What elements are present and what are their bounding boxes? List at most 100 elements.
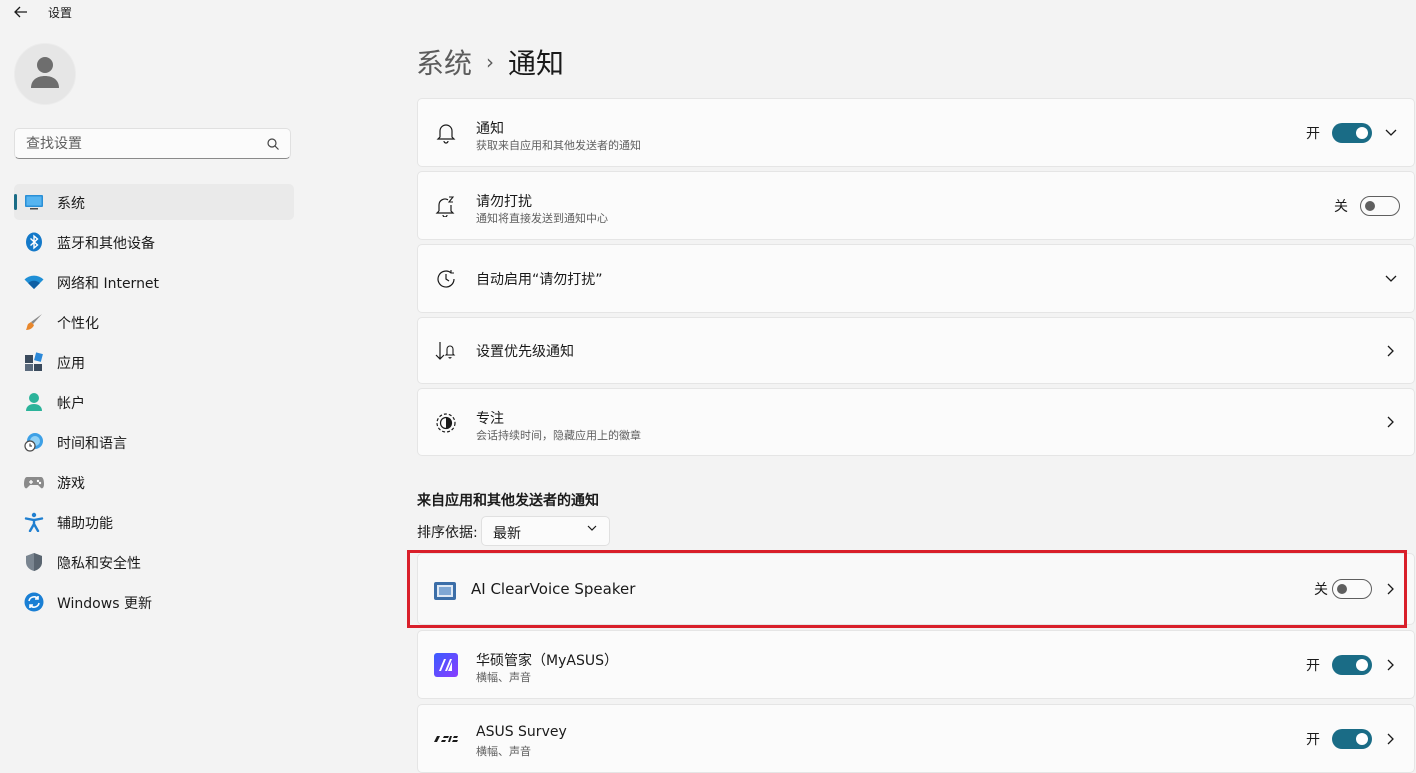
app-name: AI ClearVoice Speaker — [471, 580, 636, 598]
back-button[interactable] — [10, 2, 32, 22]
chevron-right-icon[interactable] — [1384, 732, 1398, 746]
paintbrush-icon — [24, 312, 44, 332]
sidebar-item-accessibility[interactable]: 辅助功能 — [14, 504, 294, 540]
sort-dropdown[interactable]: 最新 — [481, 516, 610, 546]
toggle-knob — [1356, 126, 1368, 139]
sidebar-item-gaming[interactable]: 游戏 — [14, 464, 294, 500]
app-name: ASUS Survey — [476, 724, 567, 740]
windows-update-icon — [24, 592, 44, 612]
toggle-state-label: 开 — [1306, 657, 1320, 674]
clock-icon — [433, 266, 459, 292]
chevron-down-icon — [587, 525, 597, 531]
chevron-right-icon[interactable] — [1384, 344, 1398, 358]
breadcrumb-parent[interactable]: 系统 — [416, 42, 472, 82]
account-icon — [24, 392, 44, 412]
search-input[interactable] — [24, 135, 263, 153]
myasus-toggle[interactable] — [1332, 654, 1372, 675]
myasus-icon — [433, 652, 459, 678]
toggle-state-label: 开 — [1306, 125, 1320, 142]
sidebar-item-label: 应用 — [57, 356, 85, 372]
accessibility-icon — [24, 512, 44, 532]
sidebar-item-bluetooth[interactable]: 蓝牙和其他设备 — [14, 224, 294, 260]
toggle-state-label: 关 — [1334, 198, 1348, 215]
gamepad-icon — [24, 472, 44, 492]
sidebar-item-apps[interactable]: 应用 — [14, 344, 294, 380]
setting-card-focus[interactable]: 专注 会话持续时间，隐藏应用上的徽章 — [417, 388, 1415, 456]
sidebar-nav: 系统 蓝牙和其他设备 网络和 Internet 个性化 应用 帐户 时间和语言 … — [14, 184, 294, 624]
sidebar-item-network[interactable]: 网络和 Internet — [14, 264, 294, 300]
setting-subtitle: 通知将直接发送到通知中心 — [476, 212, 608, 225]
sidebar-item-label: 网络和 Internet — [57, 276, 160, 292]
page-title: 通知 — [508, 47, 565, 80]
sidebar-item-label: 辅助功能 — [57, 516, 113, 532]
setting-card-priority-notifications[interactable]: 设置优先级通知 — [417, 317, 1415, 384]
shield-icon — [24, 552, 44, 572]
user-icon — [31, 57, 59, 88]
setting-card-auto-dnd[interactable]: 自动启用“请勿打扰” — [417, 244, 1415, 313]
sidebar-item-windows-update[interactable]: Windows 更新 — [14, 584, 294, 620]
do-not-disturb-toggle[interactable] — [1360, 195, 1400, 216]
setting-subtitle: 获取来自应用和其他发送者的通知 — [476, 139, 641, 152]
chevron-right-icon[interactable] — [1384, 415, 1398, 429]
chevron-down-icon[interactable] — [1384, 272, 1398, 286]
sidebar-item-label: 游戏 — [57, 476, 85, 492]
setting-title: 设置优先级通知 — [476, 343, 574, 360]
app-row-ai-clearvoice[interactable]: AI ClearVoice Speaker 关 — [417, 553, 1415, 625]
toggle-knob — [1337, 584, 1347, 594]
chevron-right-icon[interactable] — [1384, 582, 1398, 596]
app-title: 设置 — [48, 6, 73, 20]
focus-icon — [433, 410, 459, 436]
search-icon[interactable] — [267, 138, 279, 150]
system-monitor-icon — [24, 192, 44, 212]
setting-title: 通知 — [476, 121, 504, 137]
search-box[interactable] — [14, 128, 291, 159]
section-title: 来自应用和其他发送者的通知 — [417, 493, 599, 509]
app-row-asus-survey[interactable]: ASUS Survey 横幅、声音 开 — [417, 704, 1415, 773]
sidebar-item-label: 系统 — [57, 196, 85, 212]
notifications-toggle[interactable] — [1332, 122, 1372, 143]
apps-icon — [24, 352, 44, 372]
sidebar-item-personalization[interactable]: 个性化 — [14, 304, 294, 340]
bell-snooze-icon — [433, 193, 459, 219]
toggle-knob — [1356, 658, 1368, 671]
sidebar-item-label: 帐户 — [57, 396, 85, 412]
avatar[interactable] — [14, 43, 76, 105]
sidebar-item-label: Windows 更新 — [57, 596, 152, 612]
setting-subtitle: 会话持续时间，隐藏应用上的徽章 — [476, 429, 641, 442]
app-name: 华硕管家（MyASUS） — [476, 653, 618, 669]
breadcrumb: 系统 › 通知 — [416, 42, 564, 82]
speaker-app-icon — [432, 578, 458, 604]
setting-card-notifications[interactable]: 通知 获取来自应用和其他发送者的通知 开 — [417, 98, 1415, 167]
wifi-icon — [24, 272, 44, 292]
toggle-state-label: 开 — [1306, 731, 1320, 748]
setting-title: 自动启用“请勿打扰” — [476, 271, 603, 288]
breadcrumb-separator: › — [486, 50, 495, 74]
setting-title: 请勿打扰 — [476, 194, 532, 210]
toggle-knob — [1356, 732, 1368, 745]
app-row-myasus[interactable]: 华硕管家（MyASUS） 横幅、声音 开 — [417, 630, 1415, 699]
ai-clearvoice-toggle[interactable] — [1332, 579, 1372, 599]
back-arrow-icon — [14, 6, 27, 18]
sidebar-item-privacy[interactable]: 隐私和安全性 — [14, 544, 294, 580]
sidebar-item-accounts[interactable]: 帐户 — [14, 384, 294, 420]
setting-card-do-not-disturb[interactable]: 请勿打扰 通知将直接发送到通知中心 关 — [417, 171, 1415, 240]
asus-survey-toggle[interactable] — [1332, 728, 1372, 749]
chevron-right-icon[interactable] — [1384, 658, 1398, 672]
sidebar-item-label: 蓝牙和其他设备 — [57, 236, 155, 252]
sidebar-item-label: 时间和语言 — [57, 436, 127, 452]
sort-label: 排序依据: — [417, 525, 478, 541]
bluetooth-icon — [24, 232, 44, 252]
toggle-knob — [1365, 200, 1375, 211]
app-subtitle: 横幅、声音 — [476, 745, 531, 758]
chevron-down-icon[interactable] — [1384, 126, 1398, 140]
sidebar-item-label: 隐私和安全性 — [57, 556, 141, 572]
app-subtitle: 横幅、声音 — [476, 671, 531, 684]
sidebar-item-system[interactable]: 系统 — [14, 184, 294, 220]
bell-icon — [433, 120, 459, 146]
asus-logo-icon — [433, 726, 459, 752]
globe-clock-icon — [24, 432, 44, 452]
toggle-state-label: 关 — [1314, 582, 1328, 598]
sidebar-item-time-language[interactable]: 时间和语言 — [14, 424, 294, 460]
priority-sort-icon — [433, 338, 459, 364]
title-bar: 设置 — [0, 0, 1416, 24]
